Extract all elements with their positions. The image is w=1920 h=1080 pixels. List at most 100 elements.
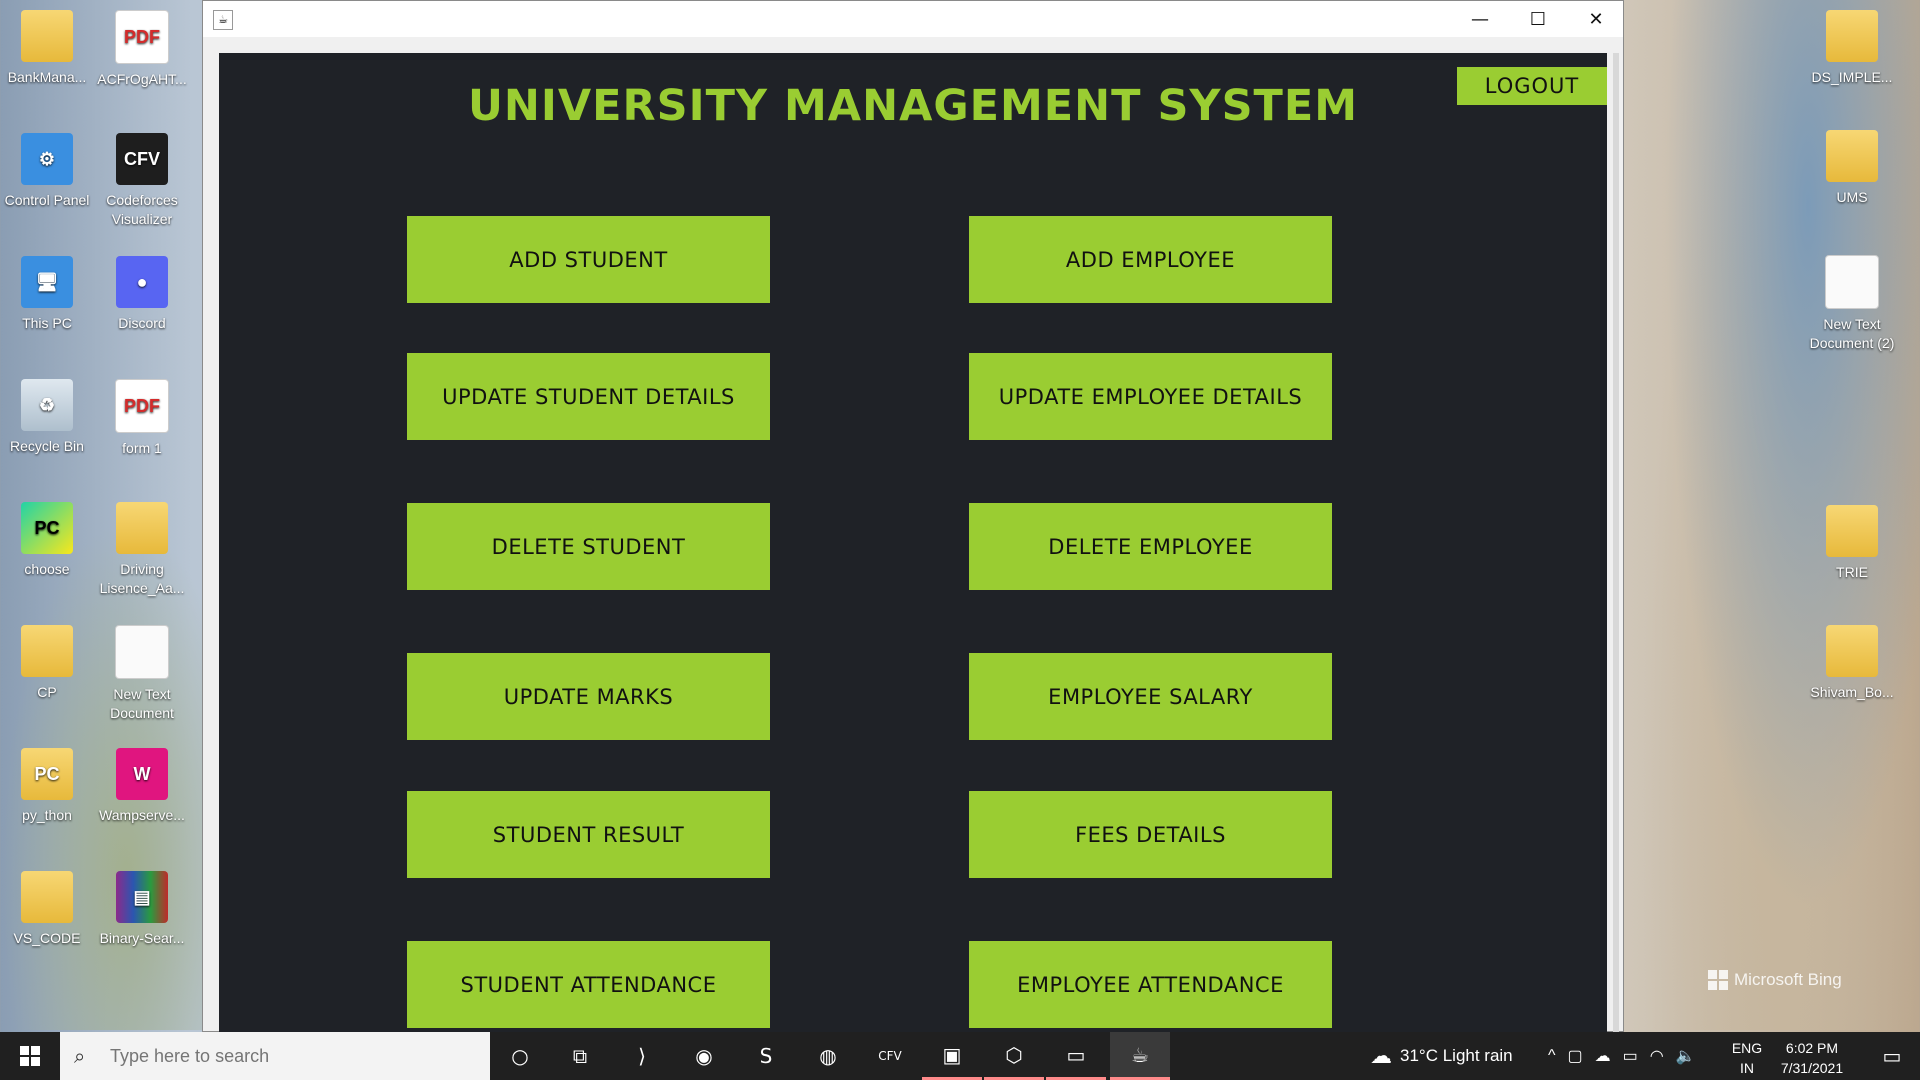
logout-button[interactable]: LOGOUT (1457, 67, 1607, 105)
title-bar[interactable]: ☕ — ☐ ✕ (203, 1, 1623, 37)
desktop-icon-label: TRIE (1836, 564, 1868, 580)
cfv-icon[interactable]: CFV (860, 1032, 920, 1080)
desktop-icon[interactable]: TRIE (1806, 505, 1898, 582)
desktop-icon[interactable]: BankMana... (1, 10, 93, 87)
sublime-icon[interactable]: S (736, 1032, 796, 1080)
desktop-icon[interactable]: ♻ Recycle Bin (1, 379, 93, 456)
desktop-icon[interactable]: W Wampserve... (96, 748, 188, 825)
chrome-icon[interactable]: ◉ (674, 1032, 734, 1080)
volume-icon[interactable]: 🔈 (1676, 1046, 1696, 1066)
desktop-icon-label: BankMana... (7, 69, 87, 85)
desktop-icon[interactable]: New Text Document (2) (1806, 255, 1898, 353)
desktop-icon-label: DS_IMPLE... (1811, 69, 1893, 85)
cloud-rain-icon: ☁ (1370, 1043, 1392, 1068)
desktop-icon-label: Recycle Bin (10, 438, 84, 454)
add-student-button[interactable]: ADD STUDENT (407, 216, 770, 303)
doc-icon (115, 625, 169, 679)
desktop-icon[interactable]: PDF form 1 (96, 379, 188, 458)
meet-now-icon[interactable]: ▢ (1568, 1046, 1583, 1066)
update-employee-details-button[interactable]: UPDATE EMPLOYEE DETAILS (969, 353, 1332, 440)
desktop-icon-label: Binary-Sear... (99, 930, 185, 946)
disc-icon: ● (116, 256, 168, 308)
folder-icon (21, 871, 73, 923)
task-view-icon[interactable]: ⧉ (550, 1032, 610, 1080)
language-indicator[interactable]: ENG IN (1728, 1038, 1766, 1078)
main-panel: UNIVERSITY MANAGEMENT SYSTEM LOGOUT ADD … (219, 53, 1607, 1033)
notifications-icon[interactable]: ▭ (1862, 1032, 1920, 1080)
clock[interactable]: 6:02 PM 7/31/2021 (1770, 1038, 1854, 1078)
desktop-icon-label: VS_CODE (13, 930, 81, 946)
wifi-icon[interactable]: ◠ (1650, 1046, 1664, 1066)
desktop-icon[interactable]: PC py_thon (1, 748, 93, 825)
start-button[interactable] (0, 1032, 60, 1080)
delete-student-button[interactable]: DELETE STUDENT (407, 503, 770, 590)
desktop-icon-label: Codeforces Visualizer (106, 192, 178, 227)
blue-icon: ⚙ (21, 133, 73, 185)
battery-icon[interactable]: ▭ (1623, 1046, 1638, 1066)
rar-icon: ▤ (116, 871, 168, 923)
student-attendance-button[interactable]: STUDENT ATTENDANCE (407, 941, 770, 1028)
update-marks-button[interactable]: UPDATE MARKS (407, 653, 770, 740)
file-explorer-icon[interactable]: ▭ (1046, 1032, 1106, 1080)
desktop-icon[interactable]: ● Discord (96, 256, 188, 333)
student-result-button[interactable]: STUDENT RESULT (407, 791, 770, 878)
desktop-icon-label: Control Panel (4, 192, 90, 208)
java-icon[interactable]: ☕ (1110, 1032, 1170, 1080)
virtualbox-icon[interactable]: ⬡ (984, 1032, 1044, 1080)
desktop-icon[interactable]: VS_CODE (1, 871, 93, 948)
fees-details-button[interactable]: FEES DETAILS (969, 791, 1332, 878)
employee-attendance-button[interactable]: EMPLOYEE ATTENDANCE (969, 941, 1332, 1028)
taskbar-search[interactable]: ⌕ (60, 1032, 490, 1080)
desktop-icon[interactable]: UMS (1806, 130, 1898, 207)
minimize-button[interactable]: — (1451, 1, 1509, 37)
page-title: UNIVERSITY MANAGEMENT SYSTEM (467, 81, 1359, 131)
desktop-icon-label: UMS (1836, 189, 1868, 205)
dark-icon: CFV (116, 133, 168, 185)
chevron-up-icon[interactable]: ^ (1548, 1047, 1556, 1065)
desktop-icon[interactable]: Driving Lisence_Aa... (96, 502, 188, 598)
firefox-icon[interactable]: ◍ (798, 1032, 858, 1080)
wamp-icon: W (116, 748, 168, 800)
desktop-icon[interactable]: PC choose (1, 502, 93, 579)
desktop-icon-label: Shivam_Bo... (1810, 684, 1894, 700)
desktop-icon-label: New Text Document (110, 686, 174, 721)
desktop-icon[interactable]: New Text Document (96, 625, 188, 723)
weather-widget[interactable]: ☁ 31°C Light rain (1370, 1032, 1513, 1080)
desktop-icon[interactable]: ⚙ Control Panel (1, 133, 93, 210)
desktop-icon[interactable]: Shivam_Bo... (1806, 625, 1898, 702)
employee-salary-button[interactable]: EMPLOYEE SALARY (969, 653, 1332, 740)
vscode-icon[interactable]: ⟩ (612, 1032, 672, 1080)
desktop-icon-label: CP (37, 684, 57, 700)
system-tray[interactable]: ^ ▢ ☁ ▭ ◠ 🔈 (1548, 1032, 1696, 1080)
desktop-icon[interactable]: DS_IMPLE... (1806, 10, 1898, 87)
folder-icon (21, 625, 73, 677)
app-icon[interactable]: ▣ (922, 1032, 982, 1080)
window-edge (1613, 53, 1619, 1033)
desktop-icon[interactable]: ▤ Binary-Sear... (96, 871, 188, 948)
onedrive-icon[interactable]: ☁ (1595, 1046, 1611, 1066)
close-button[interactable]: ✕ (1567, 1, 1625, 37)
folder-icon (1826, 10, 1878, 62)
bin-icon: ♻ (21, 379, 73, 431)
doc-icon (1825, 255, 1879, 309)
desktop-icon-label: This PC (22, 315, 72, 331)
search-input[interactable] (108, 1044, 472, 1068)
java-app-icon: ☕ (213, 10, 233, 30)
desktop-icon[interactable]: CP (1, 625, 93, 702)
blue-icon: 🖥 (21, 256, 73, 308)
desktop-icon[interactable]: PDF ACFrOgAHT... (96, 10, 188, 89)
maximize-button[interactable]: ☐ (1509, 1, 1567, 37)
desktop-icon-label: Discord (118, 315, 166, 331)
pc-icon: PC (21, 502, 73, 554)
delete-employee-button[interactable]: DELETE EMPLOYEE (969, 503, 1332, 590)
desktop-icon[interactable]: CFV Codeforces Visualizer (96, 133, 188, 229)
desktop-icon-label: Wampserve... (99, 807, 185, 823)
cortana-icon[interactable]: ○ (490, 1032, 550, 1080)
update-student-details-button[interactable]: UPDATE STUDENT DETAILS (407, 353, 770, 440)
folder-icon (1826, 625, 1878, 677)
add-employee-button[interactable]: ADD EMPLOYEE (969, 216, 1332, 303)
desktop-icon[interactable]: 🖥 This PC (1, 256, 93, 333)
app-window: ☕ — ☐ ✕ UNIVERSITY MANAGEMENT SYSTEM LOG… (202, 0, 1624, 1033)
search-icon: ⌕ (74, 1044, 86, 1068)
folder-icon (116, 502, 168, 554)
